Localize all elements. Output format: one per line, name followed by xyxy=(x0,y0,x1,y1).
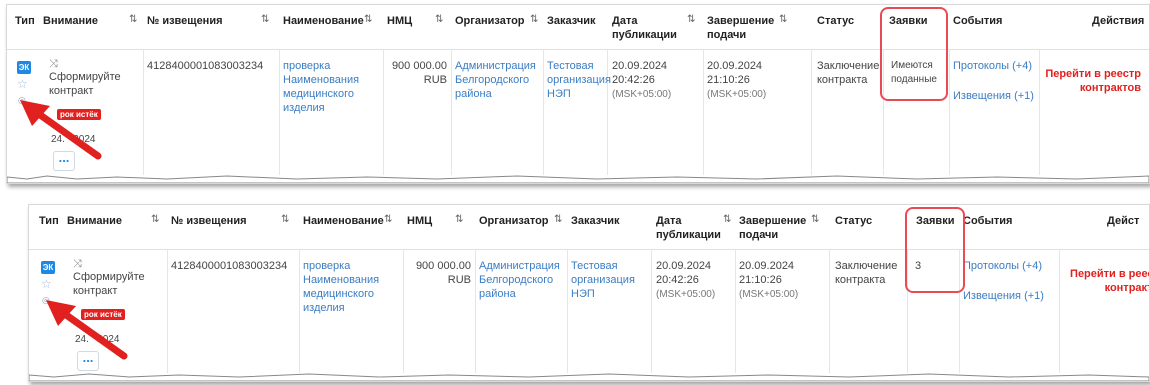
col-attention[interactable]: Внимание xyxy=(43,14,98,28)
col-events[interactable]: События xyxy=(953,14,1002,28)
bids-highlight xyxy=(880,7,948,101)
sort-icon[interactable]: ⇅ xyxy=(384,214,392,225)
protocols-link[interactable]: Протоколы (+4) xyxy=(953,59,1032,73)
col-organizer[interactable]: Организатор xyxy=(479,214,549,228)
sort-icon[interactable]: ⇅ xyxy=(435,14,443,25)
nmc-value: 900 000.00 RUB xyxy=(391,60,447,86)
sort-icon[interactable]: ⇅ xyxy=(455,214,463,225)
notice-number: 4128400001083003234 xyxy=(147,60,264,72)
col-type[interactable]: Тип xyxy=(39,214,59,228)
col-end-date[interactable]: Завершение подачи xyxy=(707,14,774,42)
sort-icon[interactable]: ⇅ xyxy=(811,214,819,225)
col-name[interactable]: Наименование xyxy=(303,214,384,228)
status-text: Заключение контракта xyxy=(817,60,880,86)
torn-edge xyxy=(7,175,1149,183)
sort-icon[interactable]: ⇅ xyxy=(687,14,695,25)
organizer-link[interactable]: Администрация Белгородского района xyxy=(455,59,536,101)
sort-icon[interactable]: ⇅ xyxy=(530,14,538,25)
sort-icon[interactable]: ⇅ xyxy=(723,214,731,225)
col-actions: Действия xyxy=(1092,15,1145,27)
notices-link[interactable]: Извещения (+1) xyxy=(953,89,1034,103)
col-notice-no[interactable]: № извещения xyxy=(171,214,247,228)
notices-link[interactable]: Извещения (+1) xyxy=(963,289,1044,303)
star-icon[interactable]: ☆ xyxy=(17,77,28,91)
customer-link[interactable]: Тестовая организация НЭП xyxy=(571,259,635,301)
col-nmc[interactable]: НМЦ xyxy=(407,214,432,228)
sort-icon[interactable]: ⇅ xyxy=(554,214,562,225)
sort-icon[interactable]: ⇅ xyxy=(151,214,159,225)
attention-text: Сформируйте контракт xyxy=(49,71,121,97)
col-organizer[interactable]: Организатор xyxy=(455,14,525,28)
col-customer[interactable]: Заказчик xyxy=(547,14,595,28)
notice-number: 4128400001083003234 xyxy=(171,260,288,272)
sort-icon[interactable]: ⇅ xyxy=(129,14,137,25)
go-to-contracts-link[interactable]: Перейти в реестр контрактов xyxy=(1041,67,1141,95)
red-arrow-icon xyxy=(46,300,128,360)
ek-type-badge: ЭК xyxy=(17,61,31,74)
col-events[interactable]: События xyxy=(963,214,1012,228)
go-to-contracts-link[interactable]: Перейти в реестконтракто xyxy=(1063,267,1149,295)
publication-date: 20.09.2024 20:42:26 (MSK+05:00) xyxy=(612,60,672,100)
table-panel-before: Тип Внимание ⇅ № извещения ⇅ Наименовани… xyxy=(6,4,1150,184)
col-status[interactable]: Статус xyxy=(835,214,872,228)
nmc-value: 900 000.00 RUB xyxy=(415,260,471,286)
end-date: 20.09.2024 21:10:26 (MSK+05:00) xyxy=(739,260,799,300)
col-pub-date[interactable]: Дата публикации xyxy=(656,214,721,242)
customer-link[interactable]: Тестовая организация НЭП xyxy=(547,59,611,101)
ek-type-badge: ЭК xyxy=(41,261,55,274)
sort-icon[interactable]: ⇅ xyxy=(281,214,289,225)
col-end-date[interactable]: Завершение подачи xyxy=(739,214,806,242)
status-text: Заключение контракта xyxy=(835,260,898,286)
col-pub-date[interactable]: Дата публикации xyxy=(612,14,677,42)
table-header: Тип Внимание ⇅ № извещения ⇅ Наименовани… xyxy=(29,205,1149,250)
attention-text: Сформируйте контракт xyxy=(73,271,145,297)
star-icon[interactable]: ☆ xyxy=(41,277,52,291)
red-arrow-icon xyxy=(20,100,102,160)
col-attention[interactable]: Внимание xyxy=(67,214,122,228)
sort-icon[interactable]: ⇅ xyxy=(779,14,787,25)
col-customer[interactable]: Заказчик xyxy=(571,214,619,228)
col-type[interactable]: Тип xyxy=(15,14,35,28)
col-notice-no[interactable]: № извещения xyxy=(147,14,223,28)
organizer-link[interactable]: Администрация Белгородского района xyxy=(479,259,560,301)
sort-icon[interactable]: ⇅ xyxy=(364,14,372,25)
col-nmc[interactable]: НМЦ xyxy=(387,14,412,28)
protocols-link[interactable]: Протоколы (+4) xyxy=(963,259,1042,273)
col-status[interactable]: Статус xyxy=(817,14,854,28)
torn-edge xyxy=(29,373,1149,381)
publication-date: 20.09.2024 20:42:26 (MSK+05:00) xyxy=(656,260,716,300)
end-date: 20.09.2024 21:10:26 (MSK+05:00) xyxy=(707,60,767,100)
procurement-name-link[interactable]: проверка Наименования медицинского изделия xyxy=(283,59,359,115)
col-name[interactable]: Наименование xyxy=(283,14,364,28)
sort-icon[interactable]: ⇅ xyxy=(261,14,269,25)
col-actions: Дейст xyxy=(1107,215,1140,227)
table-header: Тип Внимание ⇅ № извещения ⇅ Наименовани… xyxy=(7,5,1149,50)
table-panel-after: Тип Внимание ⇅ № извещения ⇅ Наименовани… xyxy=(28,204,1150,382)
bids-highlight xyxy=(905,207,965,293)
procurement-name-link[interactable]: проверка Наименования медицинского изделия xyxy=(303,259,379,315)
